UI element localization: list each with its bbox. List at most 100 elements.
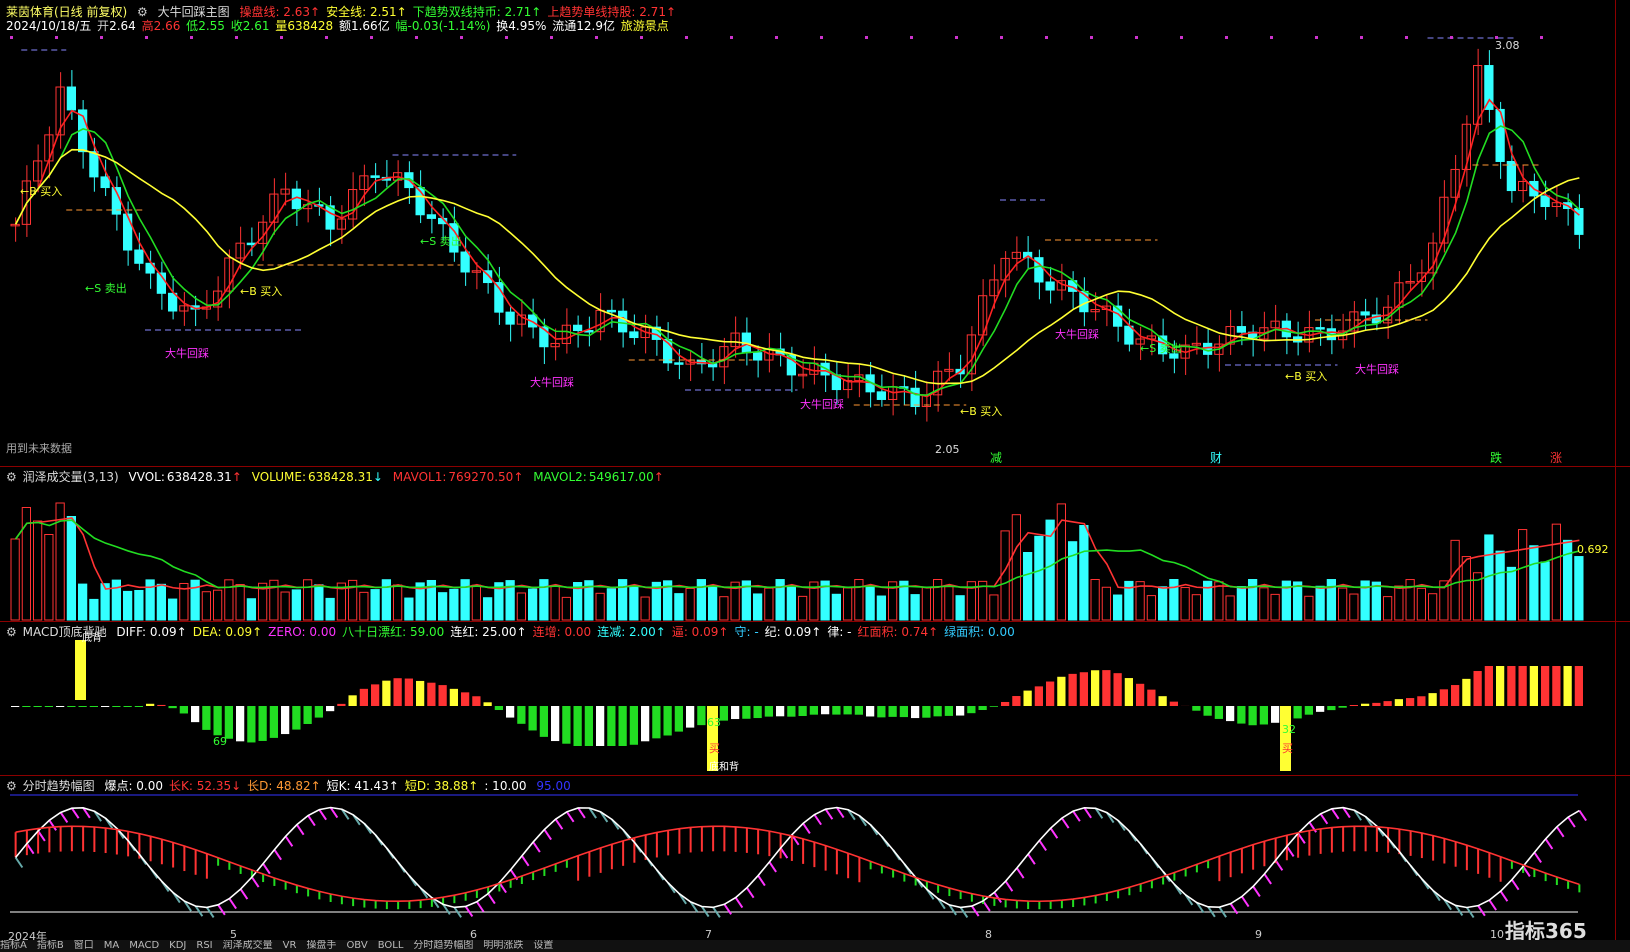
- volume-bar: [1349, 593, 1359, 621]
- macd-bar: [989, 706, 998, 707]
- candle-body: [910, 387, 920, 408]
- divider-2: [0, 621, 1630, 622]
- volume-bar: [213, 589, 223, 621]
- macd-bar: [224, 706, 233, 739]
- trend-short-stroke: [464, 905, 474, 918]
- volume-bar: [786, 585, 796, 621]
- trend-header: ⚙ 分时趋势幅图 爆点: 0.00 长K: 52.35↓ 长D: 48.82↑ 短K:…: [6, 779, 583, 793]
- macd-bar: [843, 706, 852, 715]
- macd-bar: [584, 706, 593, 746]
- bottom-tab-4[interactable]: MACD: [129, 940, 159, 951]
- bottom-tab-9[interactable]: 操盘手: [306, 940, 336, 951]
- macd-bar: [1259, 706, 1268, 725]
- macd-item-0: DIFF: 0.09↑: [116, 625, 187, 639]
- bottom-tab-11[interactable]: BOLL: [378, 940, 404, 951]
- volume-bar: [1461, 556, 1471, 621]
- macd-bar: [1507, 666, 1516, 706]
- bottom-tab-13[interactable]: 明明涨跌: [483, 940, 523, 951]
- volume-bar: [1428, 593, 1438, 621]
- macd-bar: [686, 706, 695, 728]
- bottom-tab-8[interactable]: VR: [283, 940, 297, 951]
- volume-bar: [156, 583, 166, 621]
- macd-bar: [1023, 690, 1032, 706]
- candle-body: [1203, 342, 1213, 355]
- macd-bar: [303, 706, 312, 724]
- bottom-tab-10[interactable]: OBV: [346, 940, 367, 951]
- bottom-tab-1[interactable]: 指标B: [37, 940, 64, 951]
- signal-dot: [1360, 36, 1363, 39]
- bull-pullback-label-1: 大牛回踩: [530, 375, 574, 389]
- bottom-tab-7[interactable]: 润泽成交量: [223, 940, 273, 951]
- trend-short-stroke: [1274, 859, 1284, 871]
- signal-dot: [1270, 36, 1273, 39]
- volume-bar: [280, 591, 290, 621]
- volume-bar: [764, 587, 774, 621]
- signal-dot: [640, 36, 643, 39]
- candle-body: [89, 151, 99, 178]
- macd-bar: [753, 706, 762, 719]
- macd-gear-icon[interactable]: ⚙: [6, 625, 17, 639]
- candle-body: [100, 176, 110, 189]
- bottom-tab-5[interactable]: KDJ: [169, 940, 186, 951]
- trend-item-0: 爆点: 0.00: [104, 779, 164, 793]
- indicator-tab-bar[interactable]: 指标A 指标B 窗口 MA MACD KDJ RSI 润泽成交量 VR 操盘手 OBV BOLL 分时趋…: [0, 940, 1630, 952]
- candle-body: [426, 214, 436, 219]
- trend-gear-icon[interactable]: ⚙: [6, 779, 17, 793]
- volume-bar: [539, 579, 549, 621]
- bottom-tab-14[interactable]: 设置: [533, 940, 553, 951]
- volume-bar: [1326, 579, 1336, 621]
- candle-body: [66, 86, 76, 111]
- macd-bar: [798, 706, 807, 717]
- bottom-tab-3[interactable]: MA: [104, 940, 119, 951]
- macd-item-2: ZERO: 0.00: [268, 625, 337, 639]
- volume-bar: [145, 579, 155, 621]
- macd-bar: [956, 706, 965, 716]
- signal-dot: [10, 36, 13, 39]
- macd-bar: [1147, 689, 1156, 706]
- macd-bar: [314, 706, 323, 718]
- volume-bar: [78, 583, 88, 621]
- macd-bar: [382, 680, 391, 706]
- volume-name[interactable]: 润泽成交量(3,13): [23, 470, 119, 484]
- candle-body: [674, 362, 684, 365]
- volume-bar: [1180, 587, 1190, 621]
- macd-bar: [1169, 701, 1178, 706]
- bottom-tab-2[interactable]: 窗口: [74, 940, 94, 951]
- signal-dot: [1315, 36, 1318, 39]
- bottom-tab-0[interactable]: 指标A: [0, 940, 27, 951]
- volume-bar: [44, 534, 54, 621]
- macd-bar: [1316, 706, 1325, 712]
- volume-bar: [1023, 552, 1033, 621]
- macd-bottom-label-2: 底和背: [709, 760, 739, 773]
- macd-bar: [1158, 696, 1167, 706]
- trend-short-stroke: [498, 882, 507, 894]
- volume-bar: [798, 595, 808, 621]
- macd-bar: [236, 706, 245, 742]
- trend-short-stroke: [37, 830, 46, 842]
- volume-bar: [303, 579, 313, 621]
- volume-bar: [1113, 594, 1123, 621]
- macd-mark-69: 69: [213, 735, 227, 748]
- trend-item-4: 短D: 38.88↑: [404, 779, 479, 793]
- macd-bar: [618, 706, 627, 746]
- volume-gear-icon[interactable]: ⚙: [6, 470, 17, 484]
- bottom-tab-12[interactable]: 分时趋势幅图: [413, 940, 473, 951]
- macd-bar: [978, 706, 987, 711]
- trend-short-stroke: [318, 809, 327, 821]
- macd-name[interactable]: MACD顶底背驰: [23, 625, 107, 639]
- bottom-tab-6[interactable]: RSI: [196, 940, 212, 951]
- macd-bar: [416, 680, 425, 706]
- trade-signal-label-6: ←S 卖出: [1140, 341, 1182, 355]
- trend-short-stroke: [1263, 873, 1272, 885]
- macd-item-4: 连红: 25.00↑: [450, 625, 527, 639]
- signal-dot: [55, 36, 58, 39]
- candle-body: [134, 249, 144, 264]
- volume-bar: [629, 585, 639, 621]
- volume-bar: [134, 589, 144, 621]
- macd-bar: [832, 706, 841, 715]
- trend-name[interactable]: 分时趋势幅图: [23, 779, 95, 793]
- trade-signal-label-5: ←S 卖出: [420, 234, 462, 248]
- volume-bar: [483, 597, 493, 621]
- macd-item-6: 连减: 2.00↑: [597, 625, 666, 639]
- macd-bar: [168, 706, 177, 709]
